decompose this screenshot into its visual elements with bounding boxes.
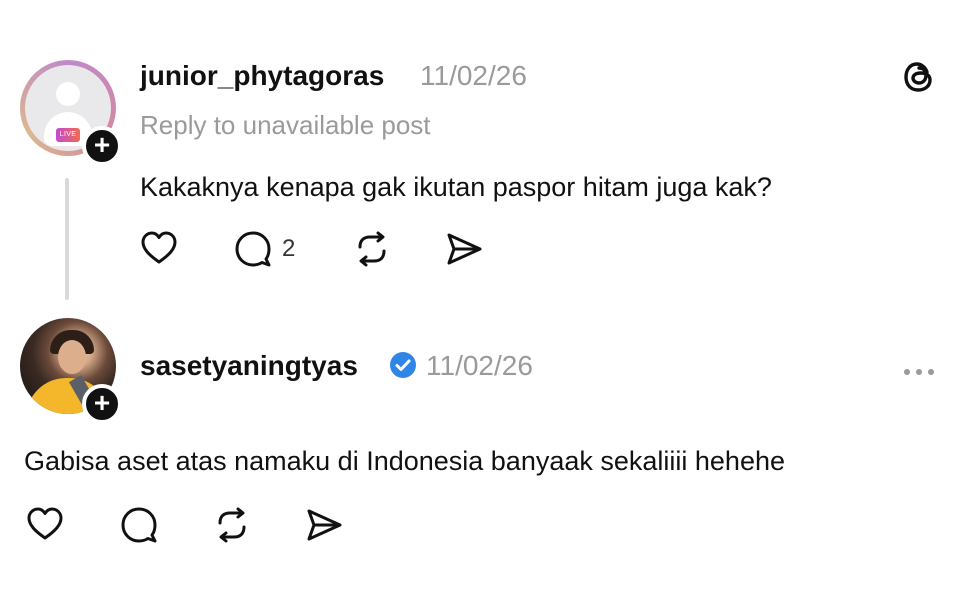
follow-button[interactable]: + (82, 384, 122, 424)
username[interactable]: junior_phytagoras (140, 60, 384, 92)
avatar-photo-face (58, 340, 86, 374)
default-avatar-head (56, 82, 80, 106)
more-options-icon[interactable] (904, 362, 940, 380)
live-badge: LIVE (56, 128, 80, 142)
send-icon[interactable] (444, 229, 484, 269)
reply-count: 2 (282, 235, 296, 262)
comment-icon[interactable] (233, 229, 273, 269)
threads-logo-icon[interactable] (900, 58, 938, 96)
send-icon[interactable] (304, 505, 344, 545)
post-text: Kakaknya kenapa gak ikutan paspor hitam … (140, 172, 772, 202)
verified-badge-icon (390, 352, 416, 378)
plus-icon: + (93, 129, 111, 160)
post-reply-1: LIVE + junior_phytagoras 11/02/26 Reply … (0, 0, 972, 300)
heart-icon[interactable] (139, 229, 179, 267)
post-date: 11/02/26 (420, 60, 527, 91)
comment-icon[interactable] (119, 505, 159, 545)
post-text: Gabisa aset atas namaku di Indonesia ban… (24, 446, 785, 476)
repost-icon[interactable] (352, 229, 392, 269)
heart-icon[interactable] (25, 505, 65, 543)
repost-icon[interactable] (212, 505, 252, 545)
reply-context[interactable]: Reply to unavailable post (140, 110, 431, 141)
plus-icon: + (93, 387, 111, 418)
username[interactable]: sasetyaningtyas (140, 350, 358, 382)
post-reply-2: + sasetyaningtyas 11/02/26 Gabisa aset a… (0, 300, 972, 594)
follow-button[interactable]: + (82, 126, 122, 166)
post-date: 11/02/26 (426, 350, 533, 381)
